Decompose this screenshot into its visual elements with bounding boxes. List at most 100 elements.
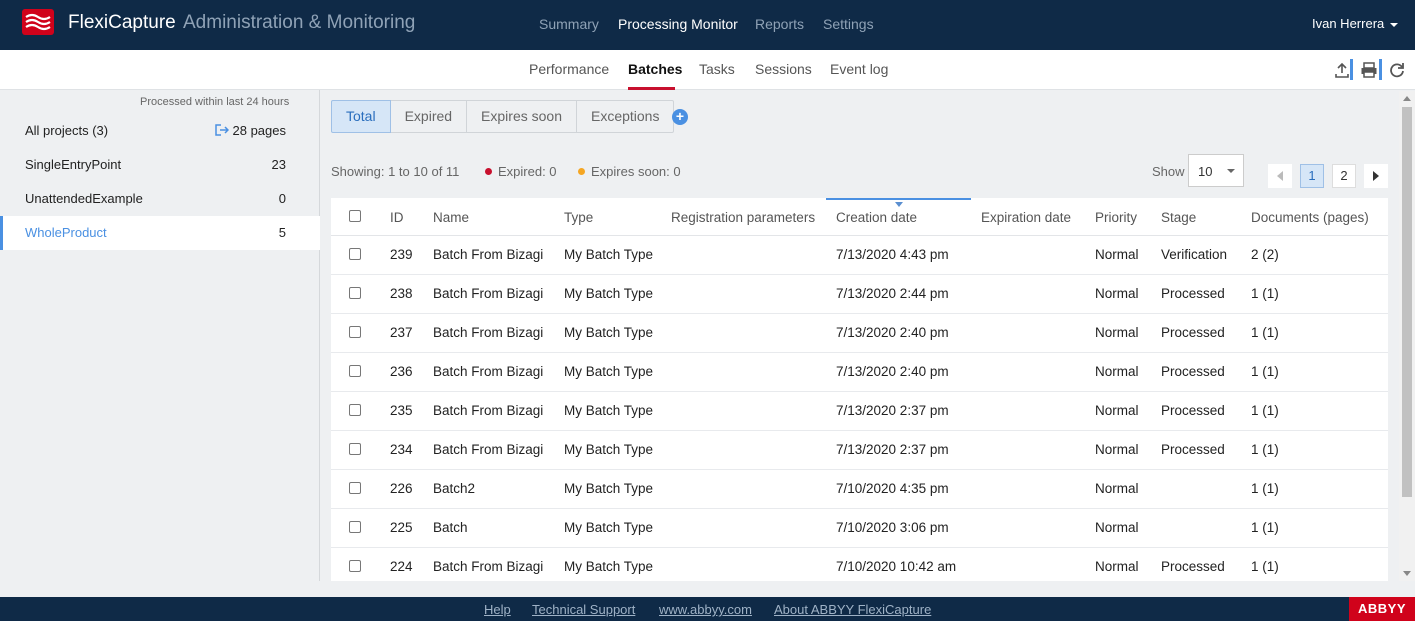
chevron-down-icon <box>1227 169 1235 173</box>
table-row[interactable]: 239 Batch From Bizagi My Batch Type 7/13/20… <box>331 236 1388 275</box>
tab-tasks[interactable]: Tasks <box>699 61 735 77</box>
col-priority[interactable]: Priority <box>1095 210 1137 225</box>
cell-type: My Batch Type <box>564 520 654 535</box>
col-expiration-date[interactable]: Expiration date <box>981 210 1071 225</box>
table-row[interactable]: 225 Batch My Batch Type 7/10/2020 3:06 pm No… <box>331 509 1388 548</box>
cell-stage: Processed <box>1161 286 1225 301</box>
row-checkbox[interactable] <box>349 287 361 299</box>
cell-id: 235 <box>390 403 413 418</box>
table-row[interactable]: 235 Batch From Bizagi My Batch Type 7/13/20… <box>331 392 1388 431</box>
filter-expired[interactable]: Expired <box>390 100 468 133</box>
row-checkbox[interactable] <box>349 248 361 260</box>
row-checkbox[interactable] <box>349 521 361 533</box>
cell-creation-date: 7/13/2020 2:40 pm <box>836 364 949 379</box>
cell-creation-date: 7/10/2020 4:35 pm <box>836 481 949 496</box>
print-icon[interactable] <box>1360 61 1378 79</box>
page-2-button[interactable]: 2 <box>1332 164 1356 188</box>
cell-stage: Processed <box>1161 559 1225 574</box>
showing-summary: Showing: 1 to 10 of 11 <box>331 164 460 179</box>
filter-expires-soon[interactable]: Expires soon <box>467 100 577 133</box>
footer-link-abbyy-site[interactable]: www.abbyy.com <box>659 602 752 617</box>
top-bar: FlexiCapture Administration & Monitoring… <box>0 0 1415 50</box>
row-checkbox[interactable] <box>349 443 361 455</box>
cell-priority: Normal <box>1095 481 1139 496</box>
table-row[interactable]: 237 Batch From Bizagi My Batch Type 7/13/20… <box>331 314 1388 353</box>
footer-link-help[interactable]: Help <box>484 602 511 617</box>
page-size-value: 10 <box>1198 164 1213 179</box>
export-arrow-icon[interactable] <box>214 124 229 136</box>
tab-sessions[interactable]: Sessions <box>755 61 812 77</box>
row-checkbox[interactable] <box>349 365 361 377</box>
nav-summary[interactable]: Summary <box>539 16 599 32</box>
cell-priority: Normal <box>1095 403 1139 418</box>
batches-table: ID Name Type Registration parameters Cre… <box>331 198 1388 581</box>
cell-name: Batch From Bizagi <box>433 325 544 340</box>
tab-event-log[interactable]: Event log <box>830 61 888 77</box>
row-checkbox[interactable] <box>349 482 361 494</box>
scroll-thumb[interactable] <box>1402 107 1412 497</box>
page-1-button[interactable]: 1 <box>1300 164 1324 188</box>
project-singleentrypoint[interactable]: SingleEntryPoint 23 <box>0 148 320 182</box>
table-row[interactable]: 236 Batch From Bizagi My Batch Type 7/13/20… <box>331 353 1388 392</box>
col-registration-parameters[interactable]: Registration parameters <box>671 210 815 225</box>
cell-id: 226 <box>390 481 413 496</box>
project-name: SingleEntryPoint <box>25 157 122 172</box>
cell-documents: 1 (1) <box>1251 559 1279 574</box>
nav-processing-monitor[interactable]: Processing Monitor <box>618 16 738 32</box>
cell-type: My Batch Type <box>564 481 654 496</box>
table-row[interactable]: 238 Batch From Bizagi My Batch Type 7/13/20… <box>331 275 1388 314</box>
select-all-checkbox[interactable] <box>349 210 361 222</box>
project-count: 23 <box>271 157 286 172</box>
cell-id: 224 <box>390 559 413 574</box>
cell-type: My Batch Type <box>564 559 654 574</box>
col-stage[interactable]: Stage <box>1161 210 1196 225</box>
col-id[interactable]: ID <box>390 210 404 225</box>
cell-stage: Processed <box>1161 403 1225 418</box>
table-row[interactable]: 234 Batch From Bizagi My Batch Type 7/13/20… <box>331 431 1388 470</box>
refresh-icon[interactable] <box>1388 61 1406 79</box>
export-icon[interactable] <box>1333 61 1351 79</box>
cell-id: 225 <box>390 520 413 535</box>
row-checkbox[interactable] <box>349 560 361 572</box>
user-menu[interactable]: Ivan Herrera <box>1312 16 1399 31</box>
footer-link-technical-support[interactable]: Technical Support <box>532 602 635 617</box>
tab-performance[interactable]: Performance <box>529 61 609 77</box>
page-size-label: Show <box>1152 164 1185 179</box>
tab-batches[interactable]: Batches <box>628 61 682 77</box>
cell-documents: 1 (1) <box>1251 364 1279 379</box>
project-count: 28 pages <box>214 123 286 138</box>
project-all[interactable]: All projects (3) 28 pages <box>0 114 320 148</box>
user-name: Ivan Herrera <box>1312 16 1385 31</box>
table-row[interactable]: 224 Batch From Bizagi My Batch Type 7/10/20… <box>331 548 1388 581</box>
table-row[interactable]: 226 Batch2 My Batch Type 7/10/2020 4:35 pm N… <box>331 470 1388 509</box>
cell-id: 237 <box>390 325 413 340</box>
project-unattendedexample[interactable]: UnattendedExample 0 <box>0 182 320 216</box>
project-wholeproduct[interactable]: WholeProduct 5 <box>0 216 320 250</box>
footer-link-about[interactable]: About ABBYY FlexiCapture <box>774 602 931 617</box>
page-scrollbar[interactable] <box>1399 91 1415 581</box>
row-checkbox[interactable] <box>349 404 361 416</box>
brand-name: FlexiCapture <box>68 12 176 33</box>
col-creation-date[interactable]: Creation date <box>836 210 917 225</box>
prev-page-button[interactable] <box>1268 164 1292 188</box>
flexicapture-logo-icon[interactable] <box>22 9 54 35</box>
cell-type: My Batch Type <box>564 325 654 340</box>
col-documents[interactable]: Documents (pages) <box>1251 210 1369 225</box>
nav-settings[interactable]: Settings <box>823 16 874 32</box>
row-checkbox[interactable] <box>349 326 361 338</box>
nav-reports[interactable]: Reports <box>755 16 804 32</box>
cell-type: My Batch Type <box>564 442 654 457</box>
col-type[interactable]: Type <box>564 210 593 225</box>
cell-name: Batch From Bizagi <box>433 364 544 379</box>
filter-total[interactable]: Total <box>331 100 391 133</box>
page-size-select[interactable]: 10 <box>1188 154 1244 187</box>
project-name: UnattendedExample <box>25 191 143 206</box>
col-name[interactable]: Name <box>433 210 469 225</box>
scroll-up-icon[interactable] <box>1403 96 1411 101</box>
next-page-button[interactable] <box>1364 164 1388 188</box>
cell-creation-date: 7/13/2020 2:37 pm <box>836 442 949 457</box>
project-name: WholeProduct <box>25 225 107 240</box>
add-filter-plus-icon[interactable]: + <box>672 109 688 125</box>
scroll-down-icon[interactable] <box>1403 571 1411 576</box>
filter-exceptions[interactable]: Exceptions <box>576 100 675 133</box>
